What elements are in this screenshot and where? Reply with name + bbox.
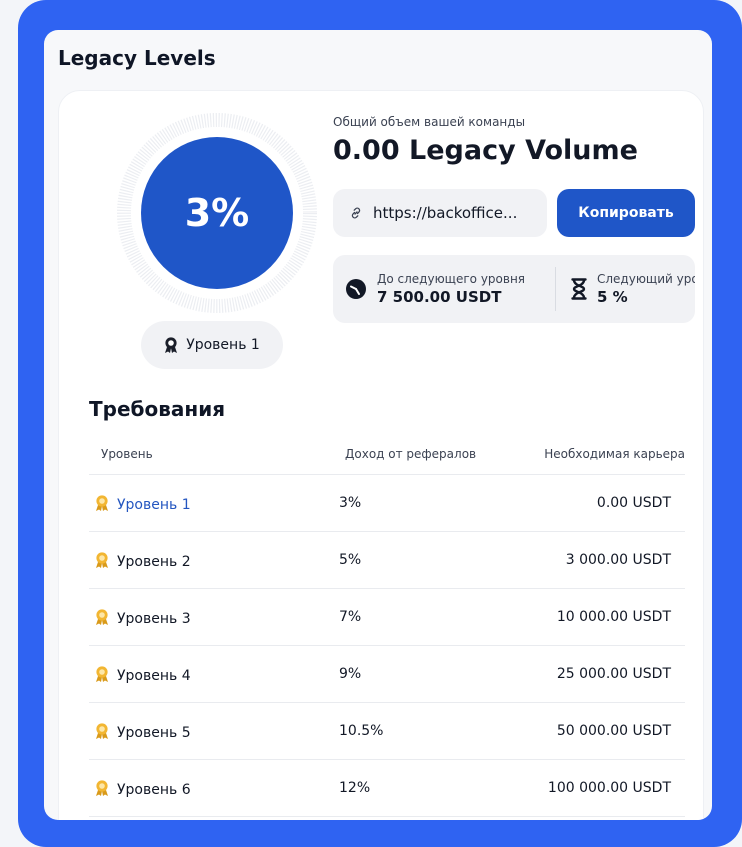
row-income: 9% (339, 666, 362, 682)
row-career: 3 000.00 USDT (565, 552, 671, 568)
next-level-caption: До следующего уровня (377, 272, 526, 286)
current-level-label: Уровень 1 (186, 337, 260, 353)
link-icon (351, 207, 361, 219)
medal-icon (95, 609, 109, 629)
medal-icon (95, 780, 109, 800)
next-level-stat: До следующего уровня 7 500.00 USDT (345, 255, 525, 323)
medal-icon (165, 337, 178, 353)
row-level: Уровень 2 (117, 554, 191, 570)
row-level: Уровень 5 (117, 725, 191, 741)
next-rate-stat: Следующий уровень 5 % (571, 255, 695, 323)
row-level: Уровень 3 (117, 611, 191, 627)
hourglass-icon (571, 278, 587, 300)
timer-icon (346, 279, 366, 299)
row-career: 100 000.00 USDT (547, 780, 671, 796)
table-row[interactable]: Уровень 2 5% 3 000.00 USDT (89, 532, 685, 589)
header-income: Доход от рефералов (345, 447, 477, 461)
table-row[interactable]: Уровень 3 7% 10 000.00 USDT (89, 589, 685, 646)
row-level[interactable]: Уровень 1 (117, 497, 191, 513)
table-row[interactable]: Уровень 4 9% 25 000.00 USDT (89, 646, 685, 703)
volume-value: 0.00 Legacy Volume (333, 135, 638, 166)
requirements-title: Требования (89, 397, 226, 421)
row-career: 25 000.00 USDT (556, 666, 671, 682)
referral-link-text: https://backoffice... (373, 204, 518, 222)
medal-icon (95, 552, 109, 572)
table-row[interactable]: Уровень 6 12% 100 000.00 USDT (89, 760, 685, 817)
panel-title: Legacy Levels (58, 46, 216, 70)
table-row[interactable]: Уровень 1 3% 0.00 USDT (89, 475, 685, 532)
row-career: 50 000.00 USDT (556, 723, 671, 739)
header-career: Необходимая карьера (544, 447, 685, 461)
progress-percent: 3% (184, 191, 250, 235)
current-level-badge: Уровень 1 (141, 321, 283, 369)
table-header: Уровень Доход от рефералов Необходимая к… (89, 433, 685, 475)
medal-icon (95, 723, 109, 743)
medal-icon (95, 666, 109, 686)
next-rate-value: 5 % (597, 288, 628, 306)
row-career: 0.00 USDT (596, 495, 671, 511)
medal-icon (95, 495, 109, 515)
volume-caption: Общий объем вашей команды (333, 115, 526, 129)
requirements-table: Уровень Доход от рефералов Необходимая к… (89, 433, 685, 817)
level-stats: До следующего уровня 7 500.00 USDT Следу… (333, 255, 695, 323)
header-level: Уровень (101, 447, 153, 461)
stats-divider (555, 267, 556, 311)
levels-card: 3% Уровень 1 Общий объем вашей команды 0… (58, 90, 704, 820)
row-income: 10.5% (339, 723, 384, 739)
row-level: Уровень 4 (117, 668, 191, 684)
legacy-levels-panel: Legacy Levels 3% Уровень 1 Общий объем в… (44, 30, 712, 820)
progress-ring: 3% (117, 113, 317, 313)
referral-link-field[interactable]: https://backoffice... (333, 189, 547, 237)
table-row[interactable]: Уровень 5 10.5% 50 000.00 USDT (89, 703, 685, 760)
row-income: 7% (339, 609, 362, 625)
row-level: Уровень 6 (117, 782, 191, 798)
next-rate-caption: Следующий уровень (597, 272, 695, 286)
next-level-value: 7 500.00 USDT (377, 288, 502, 306)
row-income: 3% (339, 495, 362, 511)
row-income: 5% (339, 552, 362, 568)
row-income: 12% (339, 780, 371, 796)
copy-link-button[interactable]: Копировать (557, 189, 695, 237)
row-career: 10 000.00 USDT (556, 609, 671, 625)
